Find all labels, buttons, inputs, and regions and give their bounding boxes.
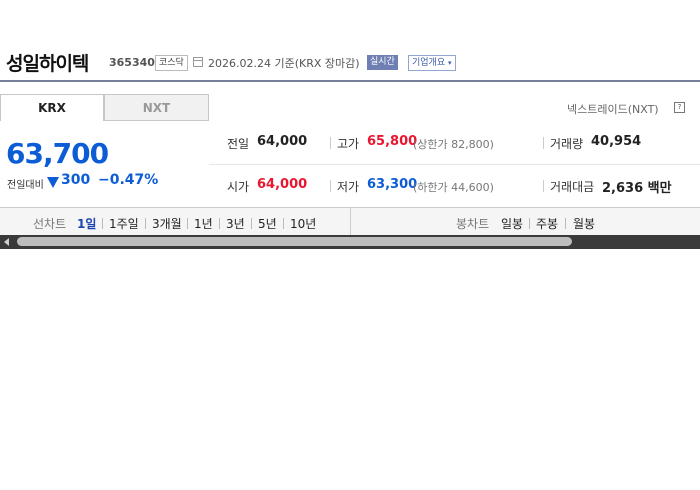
scrollbar-thumb[interactable] xyxy=(17,237,572,246)
period-5y[interactable]: 5년 xyxy=(258,215,277,232)
lower-limit: (하한가 44,600) xyxy=(413,181,494,194)
help-icon[interactable]: ? xyxy=(674,102,685,113)
volume-value: 40,954 xyxy=(591,134,642,149)
chevron-down-icon: ▾ xyxy=(448,59,452,67)
low-value: 63,300 xyxy=(367,177,418,192)
tab-nxt[interactable]: NXT xyxy=(104,94,209,121)
current-price: 63,700 xyxy=(6,137,109,170)
trade-date: 2026.02.24 기준(KRX 장마감) xyxy=(208,57,360,70)
tab-krx[interactable]: KRX xyxy=(0,94,104,121)
separator xyxy=(565,218,566,229)
period-3m[interactable]: 3개월 xyxy=(152,215,182,232)
separator xyxy=(529,218,530,229)
period-10y[interactable]: 10년 xyxy=(290,215,316,232)
divider xyxy=(330,180,331,192)
row-divider xyxy=(209,164,700,165)
header-divider xyxy=(0,80,700,82)
period-monthly-candle[interactable]: 월봉 xyxy=(573,215,595,232)
price-change: 300 xyxy=(61,172,91,188)
divider xyxy=(543,180,544,192)
trade-amount-label: 거래대금 xyxy=(550,180,595,194)
change-label: 전일대비 xyxy=(7,180,44,191)
separator xyxy=(145,218,146,229)
divider xyxy=(543,137,544,149)
scroll-left-icon[interactable] xyxy=(4,238,9,246)
volume-label: 거래량 xyxy=(550,137,584,151)
down-arrow-icon xyxy=(47,177,59,188)
separator xyxy=(102,218,103,229)
change-rate: −0.47% xyxy=(98,172,159,188)
nextrade-link[interactable]: 넥스트레이드(NXT) xyxy=(567,101,659,117)
upper-limit: (상한가 82,800) xyxy=(413,138,494,151)
period-weekly-candle[interactable]: 주봉 xyxy=(536,215,558,232)
stock-name[interactable]: 성일하이텍 xyxy=(6,49,89,76)
period-daily-candle[interactable]: 일봉 xyxy=(501,215,523,232)
separator xyxy=(283,218,284,229)
trade-amount-value: 2,636 백만 xyxy=(602,181,672,196)
bar-divider xyxy=(350,208,351,235)
high-value: 65,800 xyxy=(367,134,418,149)
horizontal-scrollbar[interactable] xyxy=(0,235,700,249)
period-3y[interactable]: 3년 xyxy=(226,215,245,232)
prev-close-label: 전일 xyxy=(227,137,250,151)
stock-header: 성일하이텍 365340 코스닥 2026.02.24 기준(KRX 장마감) … xyxy=(0,46,700,80)
period-1d[interactable]: 1일 xyxy=(77,215,96,232)
separator xyxy=(187,218,188,229)
separator xyxy=(251,218,252,229)
line-chart-label: 선차트 xyxy=(33,217,67,231)
candle-chart-label: 봉차트 xyxy=(456,217,490,231)
low-label: 저가 xyxy=(337,180,360,194)
market-badge: 코스닥 xyxy=(155,55,188,71)
high-label: 고가 xyxy=(337,137,360,151)
separator xyxy=(219,218,220,229)
chart-period-bar: 선차트 1일 1주일 3개월 1년 3년 5년 10년 봉차트 일봉 주봉 월봉 xyxy=(0,207,700,235)
realtime-button[interactable]: 실시간 xyxy=(367,55,398,70)
period-1y[interactable]: 1년 xyxy=(194,215,213,232)
company-overview-button[interactable]: 기업개요 ▾ xyxy=(408,55,456,71)
company-overview-label: 기업개요 xyxy=(412,58,446,68)
open-value: 64,000 xyxy=(257,177,308,192)
prev-close-value: 64,000 xyxy=(257,134,308,149)
stock-code: 365340 xyxy=(109,56,155,69)
open-label: 시가 xyxy=(227,180,250,194)
period-1w[interactable]: 1주일 xyxy=(109,215,139,232)
divider xyxy=(330,137,331,149)
calendar-icon xyxy=(193,57,203,67)
